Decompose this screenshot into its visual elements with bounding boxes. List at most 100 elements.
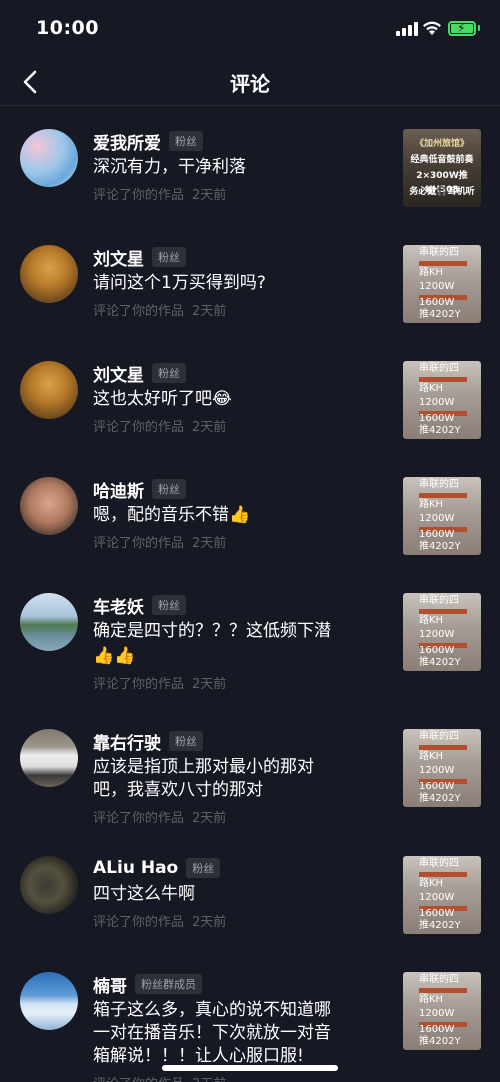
comment-text-line2: 一对在播音乐！下次就放一对音 bbox=[93, 1023, 331, 1043]
username[interactable]: 靠右行驶 bbox=[93, 729, 161, 754]
fan-badge: 粉丝 bbox=[169, 731, 203, 751]
username[interactable]: 刘文星 bbox=[93, 361, 144, 386]
status-time: 10:00 bbox=[36, 17, 99, 39]
username[interactable]: ALiu Hao bbox=[93, 858, 178, 878]
thumb-line: 路KH bbox=[419, 878, 444, 889]
thumb-line: 1600W bbox=[419, 645, 455, 656]
thumb-line: 路KH bbox=[419, 751, 444, 762]
sky-clouds-avatar[interactable] bbox=[20, 129, 78, 187]
thumb-line: 推4202Y bbox=[419, 425, 461, 436]
username[interactable]: 哈迪斯 bbox=[93, 477, 144, 502]
thumb-line: 1200W bbox=[419, 513, 455, 524]
thumb-line: 1600W bbox=[419, 529, 455, 540]
thumb-line: 推4202Y bbox=[419, 1036, 461, 1047]
fan-badge: 粉丝 bbox=[152, 479, 186, 499]
lake-avatar[interactable] bbox=[20, 593, 78, 651]
username[interactable]: 车老妖 bbox=[93, 593, 144, 618]
comment-text-line2: 👍👍 bbox=[93, 646, 136, 666]
home-indicator[interactable] bbox=[162, 1065, 338, 1071]
comment-item[interactable]: 爱我所爱 粉丝 深沉有力，干净利落 评论了你的作品 2天前 《加州旅馆》 经典低音鼓… bbox=[0, 107, 500, 223]
comment-action: 评论了你的作品 bbox=[93, 915, 185, 930]
comment-text: 确定是四寸的？？？这低频下潜 bbox=[93, 621, 331, 641]
comment-text: 嗯，配的音乐不错👍 bbox=[93, 505, 251, 525]
battery-charging-icon: ⚡ bbox=[448, 21, 476, 36]
comment-action: 评论了你的作品 bbox=[93, 536, 185, 551]
comment-item[interactable]: 楠哥 粉丝群成员 箱子这么多，真心的说不知道哪 一对在播音乐！下次就放一对音 箱解… bbox=[0, 950, 500, 1082]
thumb-line: 路KH bbox=[419, 615, 444, 626]
thumb-line: 1200W bbox=[419, 1008, 455, 1019]
comment-item[interactable]: ALiu Hao 粉丝 四寸这么牛啊 评论了你的作品 2天前 串联的四 路KH 12… bbox=[0, 834, 500, 950]
comment-text: 深沉有力，干净利落 bbox=[93, 157, 246, 177]
comment-text: 箱子这么多，真心的说不知道哪 bbox=[93, 1000, 331, 1020]
battery-tip bbox=[478, 25, 480, 31]
face-avatar[interactable] bbox=[20, 477, 78, 535]
comment-text: 请问这个1万买得到吗? bbox=[93, 273, 266, 293]
thumb-line: 路KH bbox=[419, 994, 444, 1005]
video-thumbnail[interactable]: 串联的四 路KH 1200W 1600W 推4202Y bbox=[403, 856, 481, 934]
thumb-line: 串联的四 bbox=[419, 858, 459, 869]
comment-action: 评论了你的作品 bbox=[93, 188, 185, 203]
comment-time: 2天前 bbox=[192, 536, 227, 551]
comment-item[interactable]: 刘文星 粉丝 请问这个1万买得到吗? 评论了你的作品 2天前 串联的四 路KH 12… bbox=[0, 223, 500, 339]
username[interactable]: 爱我所爱 bbox=[93, 129, 161, 154]
comment-item[interactable]: 车老妖 粉丝 确定是四寸的？？？这低频下潜 👍👍 评论了你的作品 2天前 串联的四 … bbox=[0, 571, 500, 707]
comment-action: 评论了你的作品 bbox=[93, 677, 185, 692]
thumb-line: 推4202Y bbox=[419, 920, 461, 931]
comment-time: 2天前 bbox=[192, 677, 227, 692]
video-thumbnail[interactable]: 串联的四 路KH 1200W 1600W 推4202Y bbox=[403, 361, 481, 439]
username[interactable]: 楠哥 bbox=[93, 972, 127, 997]
thumb-line: 1600W bbox=[419, 297, 455, 308]
thumb-line: 《加州旅馆》 bbox=[414, 139, 469, 149]
comment-time: 2天前 bbox=[192, 1073, 226, 1082]
comment-item[interactable]: 刘文星 粉丝 这也太好听了吧😂 评论了你的作品 2天前 串联的四 路KH 1200W… bbox=[0, 339, 500, 455]
comment-time: 2天前 bbox=[192, 420, 227, 435]
fan-badge: 粉丝 bbox=[152, 595, 186, 615]
comment-text: 这也太好听了吧😂 bbox=[93, 389, 232, 409]
video-thumbnail[interactable]: 串联的四 路KH 1200W 1600W 推4202Y bbox=[403, 245, 481, 323]
thumb-line: 串联的四 bbox=[419, 974, 459, 985]
thumb-line: 1200W bbox=[419, 281, 455, 292]
video-thumbnail[interactable]: 串联的四 路KH 1200W 1600W 推4202Y bbox=[403, 729, 481, 807]
comment-time: 2天前 bbox=[192, 811, 227, 826]
thumb-line: 推4202Y bbox=[419, 793, 461, 804]
thumb-line: 串联的四 bbox=[419, 595, 459, 606]
thumb-line: 1600W bbox=[419, 781, 455, 792]
comment-text-line2: 吧，我喜欢八寸的那对 bbox=[93, 780, 263, 800]
thumb-line: 推4202Y bbox=[419, 657, 461, 668]
monkey-avatar[interactable] bbox=[20, 361, 78, 419]
thumb-line: 1200W bbox=[419, 892, 455, 903]
thumb-line: 路KH bbox=[419, 267, 444, 278]
comment-item[interactable]: 靠右行驶 粉丝 应该是指顶上那对最小的那对 吧，我喜欢八寸的那对 评论了你的作品 2… bbox=[0, 707, 500, 834]
comment-time: 2天前 bbox=[192, 915, 227, 930]
fan-badge: 粉丝 bbox=[152, 363, 186, 383]
thumb-line: 串联的四 bbox=[419, 731, 459, 742]
thumb-line: 串联的四 bbox=[419, 479, 459, 490]
cellular-signal-icon bbox=[396, 22, 418, 36]
fan-badge: 粉丝 bbox=[152, 247, 186, 267]
comment-text: 四寸这么牛啊 bbox=[93, 884, 195, 904]
figure-avatar[interactable] bbox=[20, 856, 78, 914]
thumb-line: 1600W bbox=[419, 908, 455, 919]
wifi-icon bbox=[423, 21, 441, 35]
car-avatar[interactable] bbox=[20, 729, 78, 787]
thumb-line: 务必戴🎧耳机听 bbox=[409, 187, 475, 197]
thumb-line: 1600W bbox=[419, 1024, 455, 1035]
thumb-line: 串联的四 bbox=[419, 247, 459, 258]
thumb-line: 串联的四 bbox=[419, 363, 459, 374]
nav-bar: 评论 bbox=[0, 58, 500, 106]
fan-badge: 粉丝 bbox=[186, 858, 221, 878]
comment-list: 爱我所爱粉丝 深沉有力，干净利落 评论了你的作品 2天前 《加州旅馆》 经典低音鼓… bbox=[0, 107, 500, 1082]
monkey-avatar[interactable] bbox=[20, 245, 78, 303]
video-thumbnail[interactable]: 串联的四 路KH 1200W 1600W 推4202Y bbox=[403, 477, 481, 555]
comment-time: 2天前 bbox=[192, 188, 227, 203]
video-thumbnail[interactable]: 串联的四 路KH 1200W 1600W 推4202Y bbox=[403, 972, 481, 1050]
video-thumbnail[interactable]: 串联的四 路KH 1200W 1600W 推4202Y bbox=[403, 593, 481, 671]
username[interactable]: 刘文星 bbox=[93, 245, 144, 270]
video-thumbnail[interactable]: 《加州旅馆》 经典低音鼓前奏 2×300W推KH503 务必戴🎧耳机听 bbox=[403, 129, 481, 207]
status-bar: 10:00 ⚡ bbox=[0, 0, 500, 58]
page-title: 评论 bbox=[230, 72, 270, 96]
thumb-line: 经典低音鼓前奏 bbox=[410, 155, 474, 165]
comment-action: 评论了你的作品 bbox=[93, 420, 185, 435]
sky-avatar[interactable] bbox=[20, 972, 78, 1030]
comment-item[interactable]: 哈迪斯 粉丝 嗯，配的音乐不错👍 评论了你的作品 2天前 串联的四 路KH 1200… bbox=[0, 455, 500, 571]
